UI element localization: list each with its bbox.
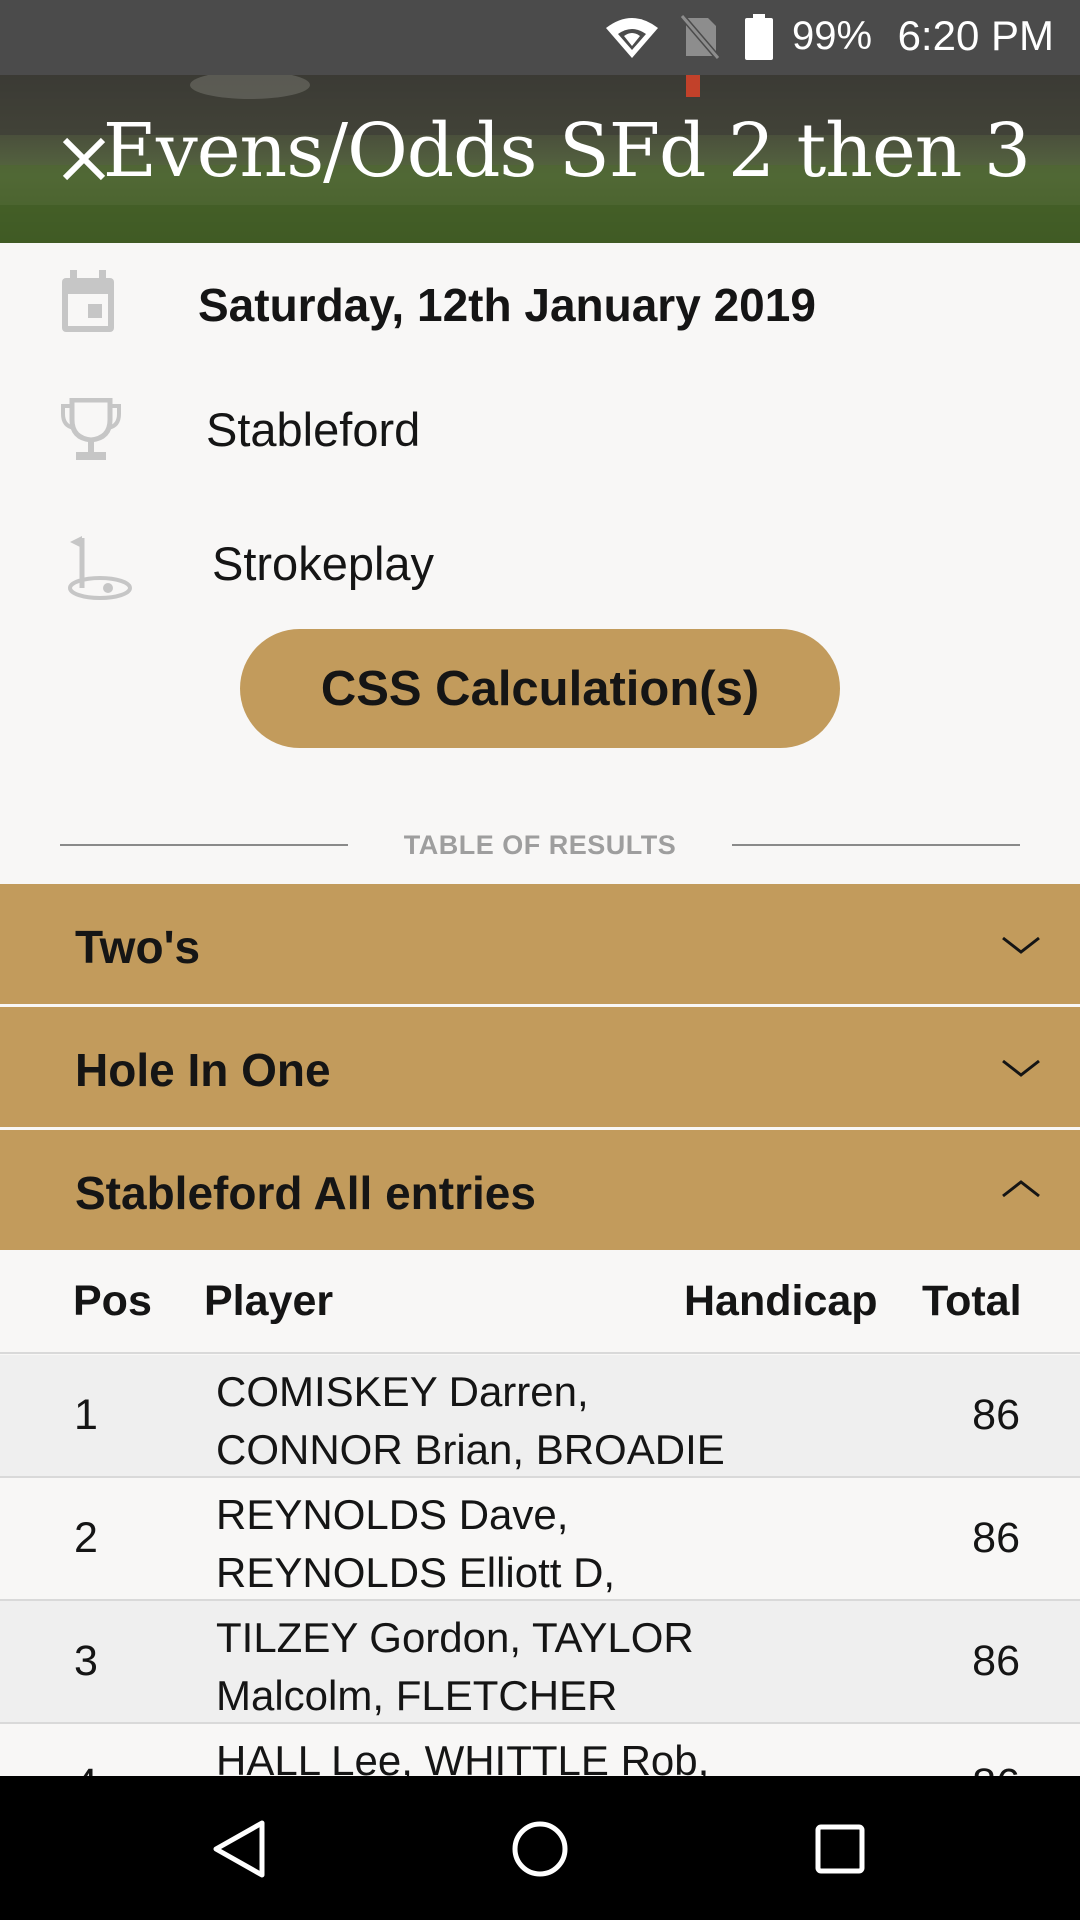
row-players: COMISKEY Darren, CONNOR Brian, BROADIE bbox=[216, 1363, 776, 1476]
calendar-icon bbox=[60, 270, 116, 339]
no-sim-icon bbox=[679, 14, 721, 65]
back-icon bbox=[213, 1820, 265, 1878]
row-position: 3 bbox=[74, 1637, 98, 1685]
home-icon bbox=[512, 1821, 568, 1877]
accordion-stableford-all-entries[interactable]: Stableford All entries bbox=[0, 1130, 1080, 1250]
player-line: TILZEY Gordon, TAYLOR bbox=[216, 1614, 694, 1661]
column-header-pos: Pos bbox=[73, 1277, 152, 1325]
column-header-player: Player bbox=[204, 1277, 334, 1325]
system-nav-bar bbox=[0, 1776, 1080, 1920]
play-format-row: Strokeplay bbox=[0, 508, 1080, 628]
close-icon bbox=[62, 137, 106, 181]
event-header: Evens/Odds SFd 2 then 3 bbox=[0, 75, 1080, 243]
wifi-icon bbox=[604, 14, 660, 65]
play-format: Strokeplay bbox=[212, 537, 435, 590]
row-players: REYNOLDS Dave, REYNOLDS Elliott D, bbox=[216, 1486, 776, 1599]
css-calculations-button[interactable]: CSS Calculation(s) bbox=[240, 629, 840, 748]
status-bar: 99% 6:20 PM bbox=[0, 0, 1080, 75]
player-line: Malcolm, FLETCHER bbox=[216, 1672, 618, 1719]
recents-icon bbox=[815, 1824, 865, 1874]
chevron-down-icon bbox=[1002, 1059, 1040, 1077]
accordion-label: Two's bbox=[75, 921, 201, 973]
player-line: REYNOLDS Elliott D, bbox=[216, 1549, 616, 1596]
event-title: Evens/Odds SFd 2 then 3 bbox=[102, 108, 1031, 194]
recents-button[interactable] bbox=[807, 1816, 873, 1882]
column-header-handicap: Handicap bbox=[684, 1277, 878, 1325]
clock: 6:20 PM bbox=[897, 12, 1054, 59]
trophy-icon bbox=[60, 397, 122, 469]
accordion-label: Hole In One bbox=[75, 1044, 331, 1096]
table-row[interactable]: 1 COMISKEY Darren, CONNOR Brian, BROADIE… bbox=[0, 1355, 1080, 1478]
accordion-twos[interactable]: Two's bbox=[0, 884, 1080, 1004]
row-total: 86 bbox=[972, 1391, 1020, 1439]
results-table-header: Pos Player Handicap Total bbox=[0, 1250, 1080, 1354]
table-row[interactable]: 3 TILZEY Gordon, TAYLOR Malcolm, FLETCHE… bbox=[0, 1601, 1080, 1724]
column-header-total: Total bbox=[922, 1277, 1022, 1325]
player-line: COMISKEY Darren, bbox=[216, 1368, 589, 1415]
accordion-label: Stableford All entries bbox=[75, 1167, 536, 1219]
event-date: Saturday, 12th January 2019 bbox=[198, 279, 816, 331]
competition-type: Stableford bbox=[206, 403, 421, 456]
home-button[interactable] bbox=[507, 1816, 573, 1882]
competition-type-row: Stableford bbox=[0, 374, 1080, 494]
battery-percent: 99% bbox=[792, 14, 873, 58]
section-heading: TABLE OF RESULTS bbox=[403, 830, 677, 860]
row-players: TILZEY Gordon, TAYLOR Malcolm, FLETCHER bbox=[216, 1609, 776, 1722]
table-row[interactable]: 2 REYNOLDS Dave, REYNOLDS Elliott D, 86 bbox=[0, 1478, 1080, 1601]
row-position: 1 bbox=[74, 1391, 98, 1439]
date-row: Saturday, 12th January 2019 bbox=[0, 246, 1080, 366]
accordion-hole-in-one[interactable]: Hole In One bbox=[0, 1007, 1080, 1127]
chevron-up-icon bbox=[1002, 1180, 1040, 1198]
battery-icon bbox=[744, 14, 774, 65]
player-line: REYNOLDS Dave, bbox=[216, 1491, 569, 1538]
row-total: 86 bbox=[972, 1514, 1020, 1562]
back-button[interactable] bbox=[207, 1816, 273, 1882]
golf-flag-icon bbox=[64, 530, 138, 609]
chevron-down-icon bbox=[1002, 936, 1040, 954]
row-position: 2 bbox=[74, 1514, 98, 1562]
row-total: 86 bbox=[972, 1637, 1020, 1685]
player-line: CONNOR Brian, BROADIE bbox=[216, 1426, 725, 1473]
